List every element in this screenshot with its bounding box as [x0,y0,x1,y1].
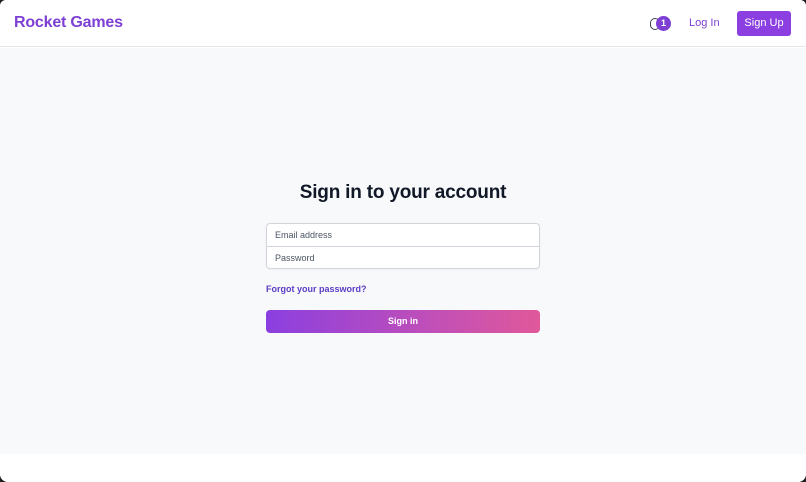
signin-button[interactable]: Sign in [266,310,540,333]
cart-button[interactable]: 1 [650,16,672,32]
app-window: Rocket Games 1 Log In Sign Up Sign in to… [0,0,806,482]
email-field[interactable] [267,224,539,246]
footer-area [0,454,806,482]
brand-logo[interactable]: Rocket Games [14,14,123,32]
page-title: Sign in to your account [299,182,507,203]
top-navbar: Rocket Games 1 Log In Sign Up [0,0,806,47]
password-field[interactable] [267,246,539,268]
forgot-password-link[interactable]: Forgot your password? [266,284,367,294]
signup-button[interactable]: Sign Up [737,11,791,36]
cart-count-badge: 1 [656,16,671,31]
signin-section: Sign in to your account Forgot your pass… [0,48,806,454]
login-link[interactable]: Log In [689,17,720,29]
signin-form: Forgot your password? Sign in [266,223,540,333]
credentials-fields [266,223,540,269]
